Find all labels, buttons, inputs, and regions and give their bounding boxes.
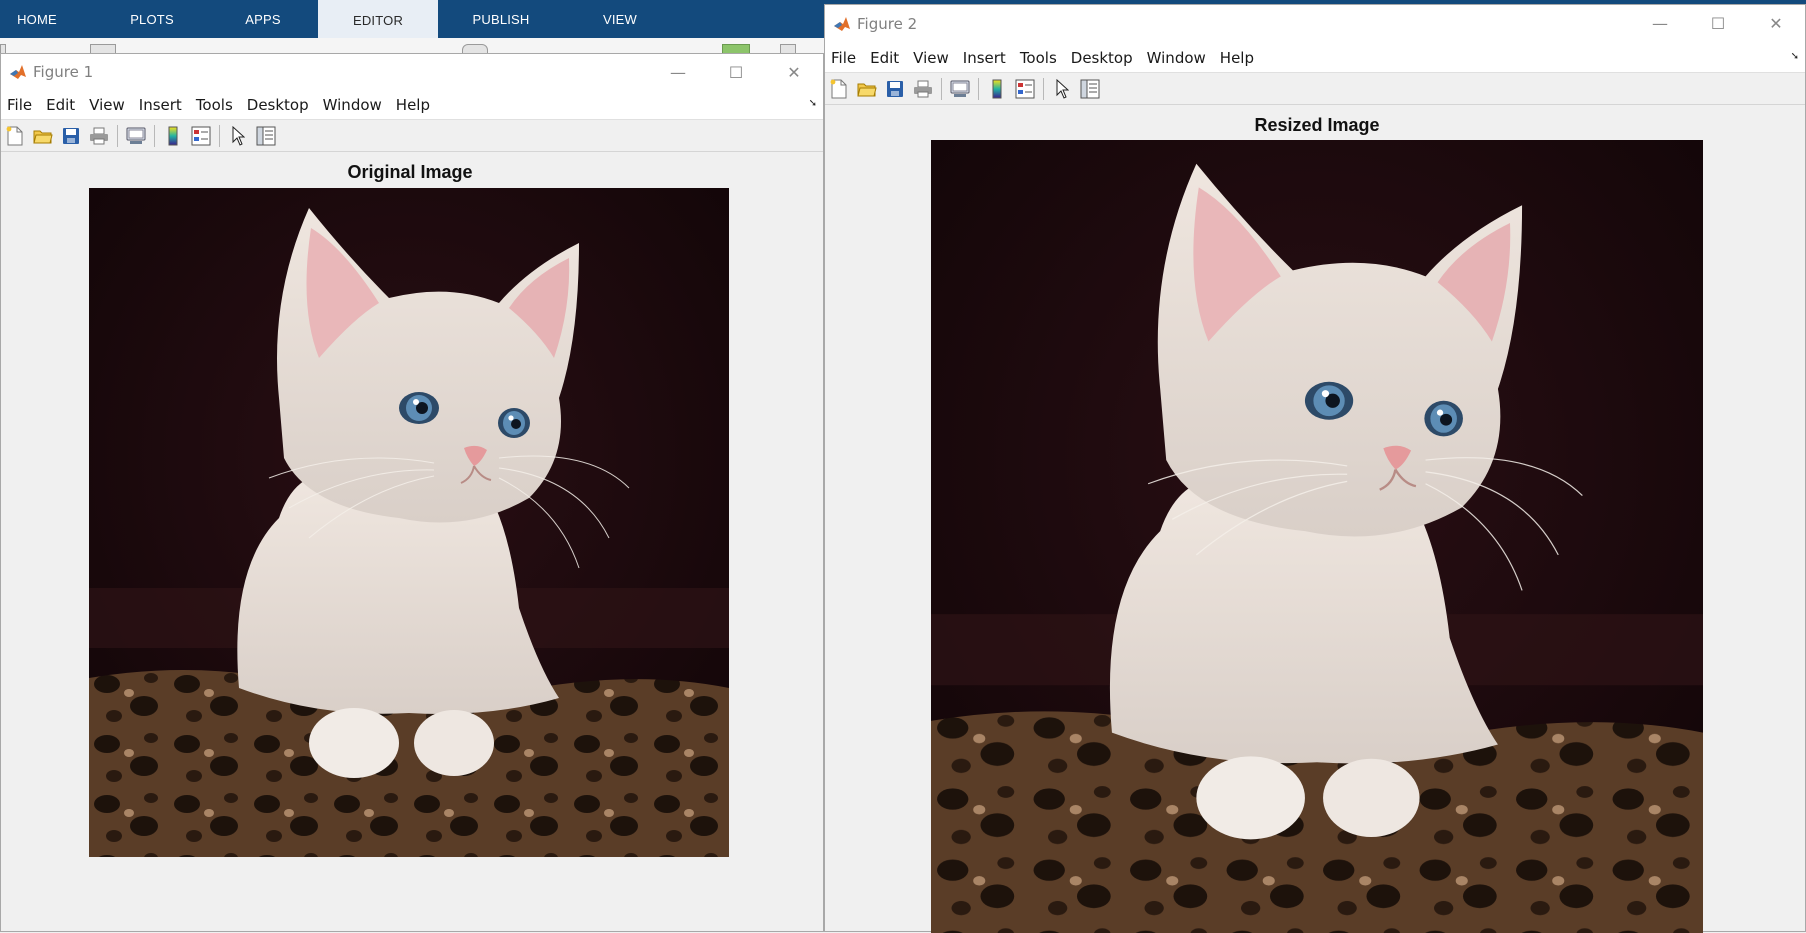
minimize-button[interactable]: — [1631, 5, 1689, 41]
figure1-titlebar[interactable]: Figure 1 — ☐ ✕ [1, 54, 823, 90]
menu-insert[interactable]: Insert [133, 96, 190, 114]
figure2-titlebar[interactable]: Figure 2 — ☐ ✕ [825, 5, 1805, 43]
print-icon[interactable] [87, 124, 111, 148]
figure2-window: Figure 2 — ☐ ✕ File Edit View Insert Too… [824, 4, 1806, 932]
menu-window[interactable]: Window [1141, 49, 1214, 67]
new-figure-icon[interactable] [3, 124, 27, 148]
close-button[interactable]: ✕ [765, 54, 823, 90]
menu-edit[interactable]: Edit [40, 96, 83, 114]
menu-desktop[interactable]: Desktop [241, 96, 317, 114]
figure2-menubar: File Edit View Insert Tools Desktop Wind… [825, 43, 1805, 73]
save-icon[interactable] [883, 77, 907, 101]
save-icon[interactable] [59, 124, 83, 148]
axes-title: Resized Image [931, 115, 1703, 136]
toolbar-separator [219, 125, 220, 147]
menu-tools[interactable]: Tools [190, 96, 241, 114]
tab-home[interactable]: HOME [0, 0, 74, 38]
window-title: Figure 1 [33, 63, 93, 81]
toolbar-separator [154, 125, 155, 147]
menu-window[interactable]: Window [317, 96, 390, 114]
kitten-image [89, 188, 729, 857]
tab-view[interactable]: VIEW [590, 0, 650, 38]
insert-legend-icon[interactable] [189, 124, 213, 148]
tab-plots[interactable]: PLOTS [108, 0, 196, 38]
insert-colorbar-icon[interactable] [161, 124, 185, 148]
figure1-window: Figure 1 — ☐ ✕ File Edit View Insert Too… [0, 53, 824, 932]
toolbar-separator [117, 125, 118, 147]
figure1-toolbar [1, 120, 823, 152]
menu-view[interactable]: View [83, 96, 133, 114]
menu-desktop[interactable]: Desktop [1065, 49, 1141, 67]
tab-editor[interactable]: EDITOR [318, 0, 438, 38]
menu-file[interactable]: File [1, 96, 40, 114]
property-inspector-icon[interactable] [254, 124, 278, 148]
toolbar-separator [978, 78, 979, 100]
menu-file[interactable]: File [825, 49, 864, 67]
figure2-toolbar [825, 73, 1805, 105]
kitten-photo-icon [89, 188, 729, 857]
kitten-image [931, 140, 1703, 933]
property-inspector-icon[interactable] [1078, 77, 1102, 101]
dock-figure-icon[interactable]: ➘ [809, 98, 817, 109]
open-file-icon[interactable] [31, 124, 55, 148]
toolbar-separator [1043, 78, 1044, 100]
link-plot-icon[interactable] [124, 124, 148, 148]
matlab-logo-icon [833, 15, 851, 33]
kitten-photo-icon [931, 140, 1703, 933]
matlab-logo-icon [9, 63, 27, 81]
dock-figure-icon[interactable]: ➘ [1791, 51, 1799, 62]
insert-colorbar-icon[interactable] [985, 77, 1009, 101]
edit-plot-icon[interactable] [1050, 77, 1074, 101]
tab-apps[interactable]: APPS [226, 0, 300, 38]
insert-legend-icon[interactable] [1013, 77, 1037, 101]
menu-edit[interactable]: Edit [864, 49, 907, 67]
minimize-button[interactable]: — [649, 54, 707, 90]
axes-title: Original Image [90, 162, 730, 183]
menu-view[interactable]: View [907, 49, 957, 67]
maximize-button[interactable]: ☐ [1689, 5, 1747, 41]
toolbar-separator [941, 78, 942, 100]
open-file-icon[interactable] [855, 77, 879, 101]
maximize-button[interactable]: ☐ [707, 54, 765, 90]
figure1-menubar: File Edit View Insert Tools Desktop Wind… [1, 90, 823, 120]
menu-insert[interactable]: Insert [957, 49, 1014, 67]
print-icon[interactable] [911, 77, 935, 101]
menu-help[interactable]: Help [390, 96, 438, 114]
edit-plot-icon[interactable] [226, 124, 250, 148]
close-button[interactable]: ✕ [1747, 5, 1805, 41]
menu-tools[interactable]: Tools [1014, 49, 1065, 67]
new-figure-icon[interactable] [827, 77, 851, 101]
tab-publish[interactable]: PUBLISH [460, 0, 542, 38]
menu-help[interactable]: Help [1214, 49, 1262, 67]
window-title: Figure 2 [857, 15, 917, 33]
link-plot-icon[interactable] [948, 77, 972, 101]
